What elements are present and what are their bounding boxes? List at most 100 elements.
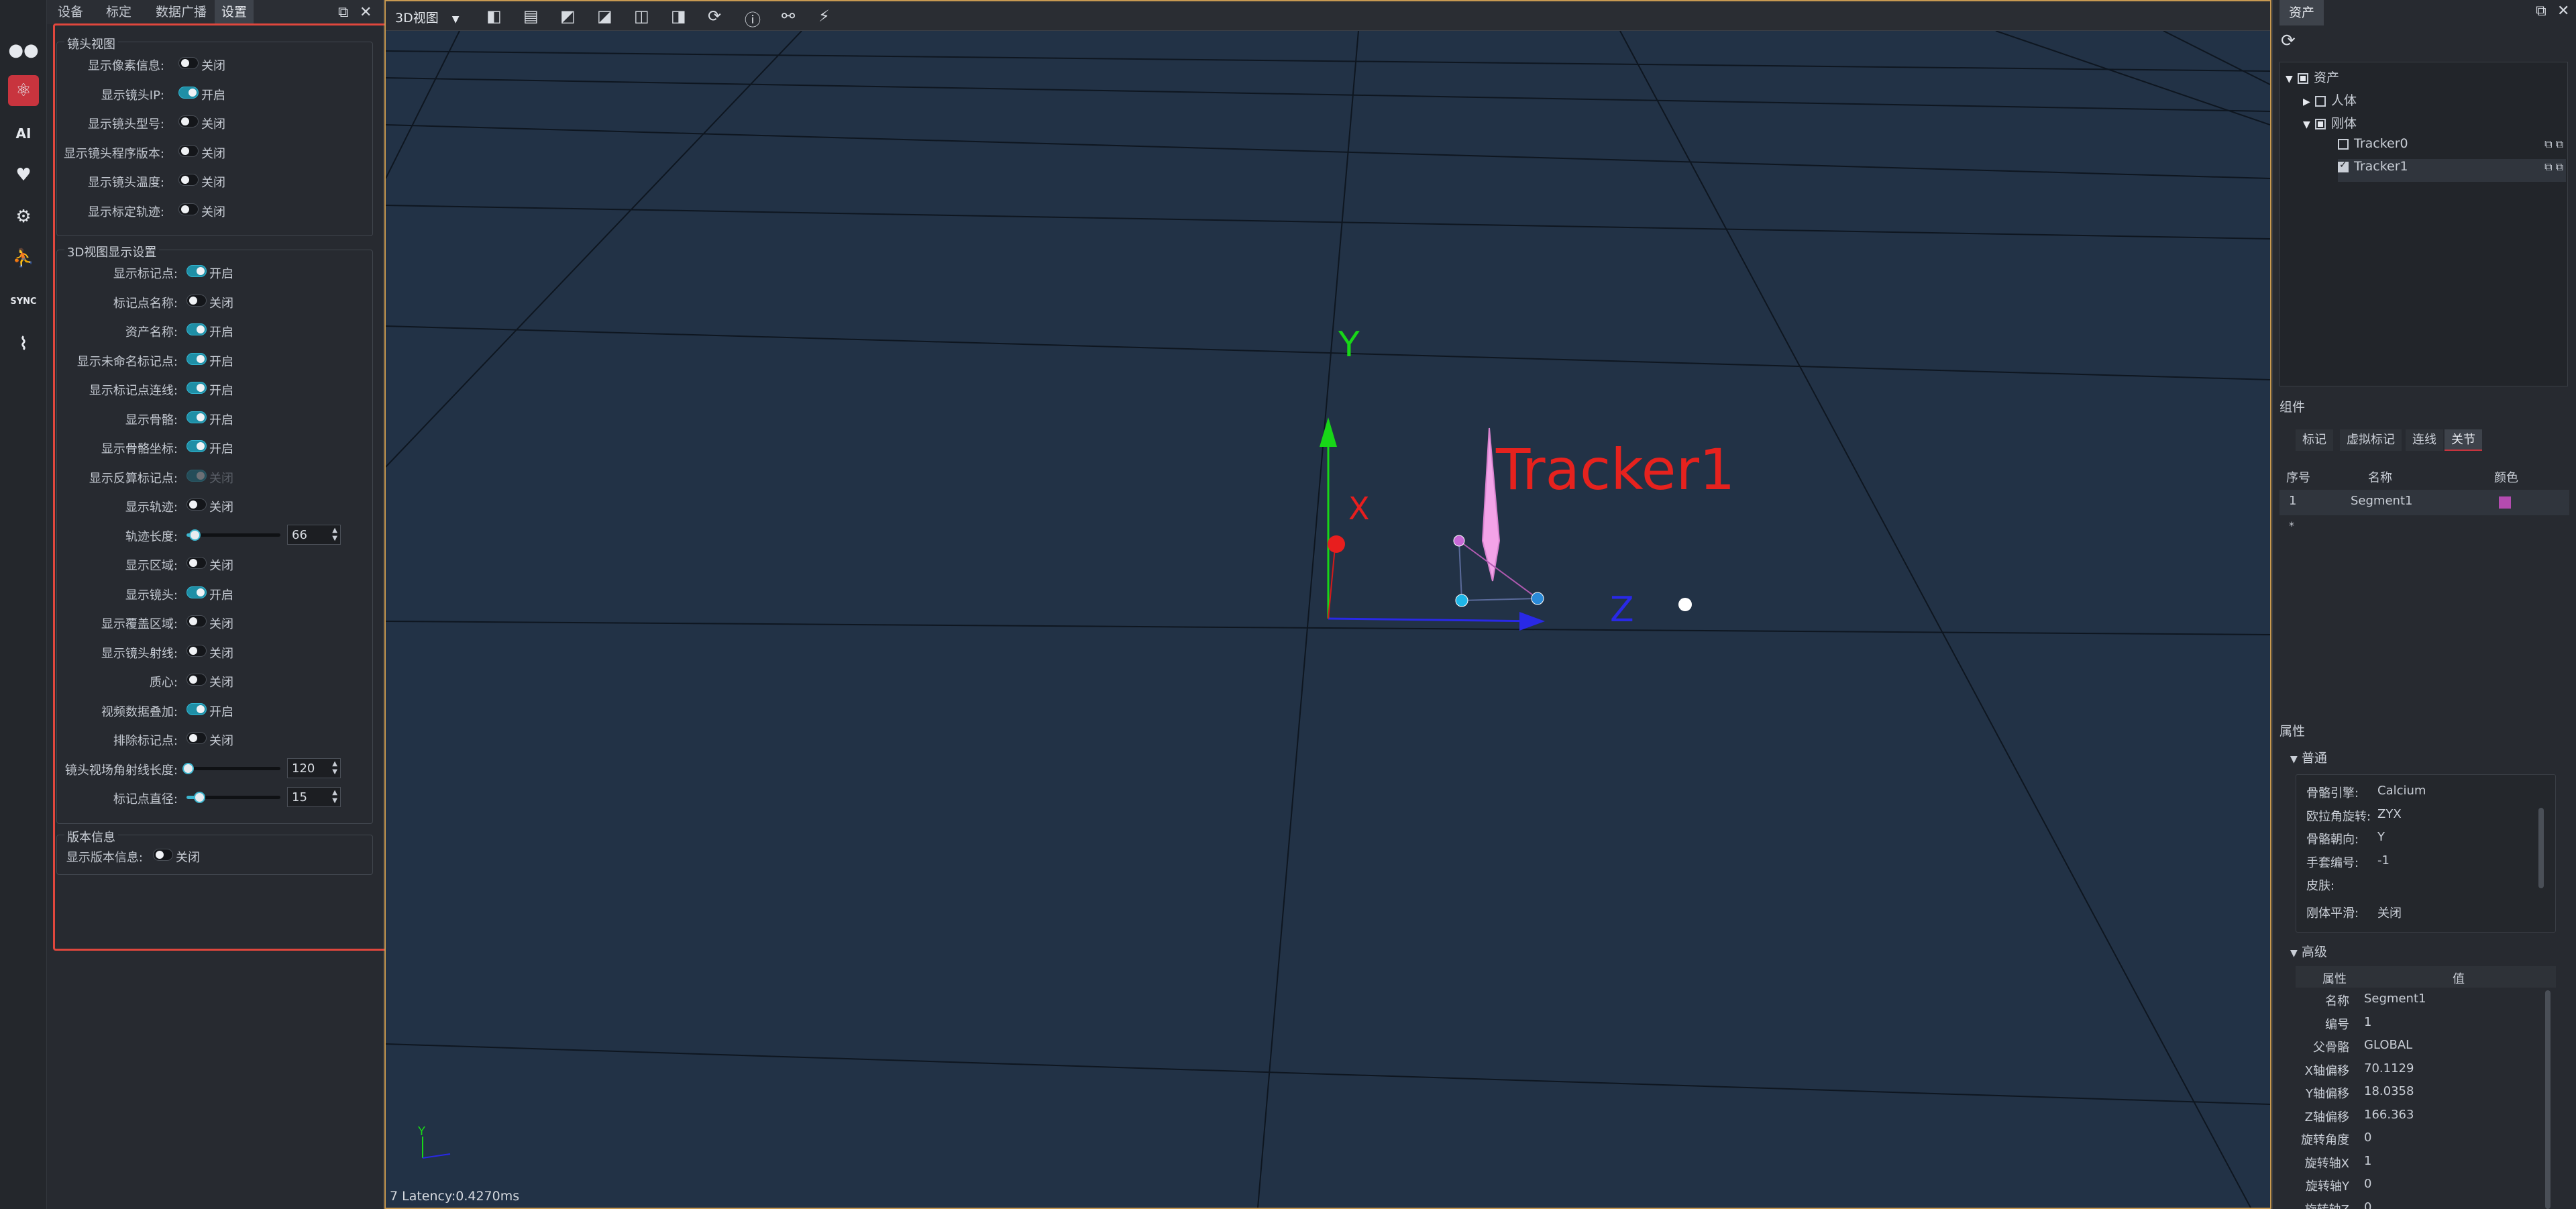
adv-property-value[interactable]: 0: [2364, 1200, 2371, 1209]
spin-up-icon[interactable]: ▲: [332, 527, 337, 534]
gear-icon[interactable]: ⚙: [8, 201, 39, 232]
toggle-switch[interactable]: [186, 644, 207, 657]
camera-icon[interactable]: ●●: [8, 35, 39, 66]
tab-device[interactable]: 设备: [51, 0, 90, 24]
toggle-switch[interactable]: [178, 174, 199, 186]
toggle-switch[interactable]: [186, 674, 207, 686]
tree-checkbox[interactable]: [2338, 160, 2349, 172]
setting-spinbox[interactable]: 120 ▲ ▼: [287, 757, 341, 778]
spin-down-icon[interactable]: ▼: [332, 797, 337, 804]
spin-down-icon[interactable]: ▼: [332, 768, 337, 776]
toggle-switch[interactable]: [186, 411, 207, 423]
spin-up-icon[interactable]: ▲: [332, 789, 337, 796]
adv-property-value[interactable]: Segment1: [2364, 992, 2426, 1006]
toggle-switch[interactable]: [186, 265, 207, 277]
toggle-switch[interactable]: [186, 498, 207, 511]
toggle-switch[interactable]: [153, 849, 173, 861]
view-mode-select[interactable]: 3D视图 ▼: [395, 8, 460, 26]
spin-down-icon[interactable]: ▼: [332, 535, 337, 542]
tree-checkbox[interactable]: [2315, 118, 2326, 129]
tool-icon[interactable]: ⚡: [818, 7, 830, 25]
toggle-switch[interactable]: [186, 586, 207, 598]
viewport-3d[interactable]: 3D视图 ▼ ◧ ▤ ◩ ◪ ◫ ◨ ⟳ ⓘ ⚯ ⚡ Y X Z Tracker…: [384, 0, 2271, 1209]
color-swatch[interactable]: [2499, 496, 2511, 509]
adv-property-value[interactable]: 1: [2364, 1154, 2371, 1168]
front-view-icon[interactable]: ◩: [560, 7, 576, 25]
reset-view-icon[interactable]: ⟳: [708, 7, 721, 25]
toggle-switch[interactable]: [178, 115, 199, 127]
broadcast-icon[interactable]: ⌇: [8, 329, 39, 360]
tree-item-tracker1[interactable]: Tracker1 ⧉ ⧉: [2338, 159, 2566, 182]
toggle-switch[interactable]: [186, 323, 207, 335]
setting-slider[interactable]: [186, 792, 280, 803]
adv-property-value[interactable]: 166.363: [2364, 1108, 2414, 1122]
perspective-view-icon[interactable]: ◧: [486, 7, 502, 25]
new-row-marker[interactable]: *: [2289, 519, 2294, 532]
tab-data-broadcast[interactable]: 数据广播: [149, 0, 213, 24]
scene-canvas[interactable]: Y X Z Tracker1 Y: [386, 31, 2270, 1208]
toggle-switch[interactable]: [186, 352, 207, 365]
copy-icon[interactable]: ⧉ ⧉: [2544, 138, 2563, 151]
tree-item-tracker0[interactable]: Tracker0 ⧉ ⧉: [2338, 136, 2566, 159]
spin-up-icon[interactable]: ▲: [332, 760, 337, 768]
skeleton-icon[interactable]: ⚯: [782, 7, 795, 25]
slider-thumb[interactable]: [194, 792, 205, 803]
toggle-switch[interactable]: [186, 440, 207, 452]
top-view-icon[interactable]: ▤: [523, 7, 539, 25]
toggle-switch[interactable]: [186, 615, 207, 627]
general-section[interactable]: ▼ 普通: [2290, 748, 2327, 766]
subtab-markers[interactable]: 标记: [2296, 429, 2333, 451]
advanced-section[interactable]: ▼ 高级: [2290, 942, 2327, 960]
side-view-icon[interactable]: ◪: [597, 7, 612, 25]
toggle-switch[interactable]: [178, 86, 199, 99]
tree-item-body[interactable]: ▶ 人体: [2303, 91, 2357, 113]
subtab-virtual-markers[interactable]: 虚拟标记: [2340, 429, 2402, 451]
toggle-switch[interactable]: [186, 557, 207, 569]
float-window-icon[interactable]: ⧉: [338, 4, 349, 21]
table-row[interactable]: 1 Segment1: [2279, 490, 2569, 515]
setting-slider[interactable]: [186, 529, 280, 541]
subtab-joints[interactable]: 关节: [2445, 429, 2482, 451]
close-icon[interactable]: ✕: [2557, 3, 2569, 19]
toggle-switch[interactable]: [178, 203, 199, 215]
adv-property-value[interactable]: GLOBAL: [2364, 1038, 2412, 1052]
adv-property-value[interactable]: 1: [2364, 1015, 2371, 1029]
sync-icon[interactable]: SYNC: [8, 286, 39, 317]
back-view-icon[interactable]: ◨: [671, 7, 686, 25]
toggle-switch[interactable]: [186, 702, 207, 715]
heart-icon[interactable]: ♥: [8, 160, 39, 191]
tracking-icon[interactable]: ⚛: [8, 75, 39, 106]
tab-settings[interactable]: 设置: [215, 0, 254, 24]
subtab-links[interactable]: 连线: [2406, 429, 2443, 451]
adv-property-value[interactable]: 0: [2364, 1131, 2371, 1145]
left-view-icon[interactable]: ◫: [634, 7, 649, 25]
slider-thumb[interactable]: [182, 762, 194, 774]
adv-property-value[interactable]: 18.0358: [2364, 1084, 2414, 1098]
tree-checkbox[interactable]: [2338, 138, 2349, 150]
setting-slider[interactable]: [182, 762, 280, 774]
tree-item-rigidbody[interactable]: ▼ 刚体: [2303, 113, 2357, 136]
scrollbar[interactable]: [2538, 808, 2544, 888]
adv-property-value[interactable]: 70.1129: [2364, 1061, 2414, 1075]
body-icon[interactable]: ⛹: [8, 243, 39, 274]
setting-spinbox[interactable]: 15 ▲ ▼: [287, 787, 341, 807]
refresh-icon[interactable]: ⟳: [2281, 31, 2296, 51]
toggle-switch[interactable]: [178, 144, 199, 157]
adv-property-value[interactable]: 0: [2364, 1177, 2371, 1191]
slider-thumb[interactable]: [189, 529, 201, 541]
scrollbar[interactable]: [2545, 990, 2551, 1209]
toggle-switch[interactable]: [186, 382, 207, 394]
toggle-switch[interactable]: [186, 294, 207, 307]
toggle-switch[interactable]: [178, 57, 199, 69]
tree-checkbox[interactable]: [2315, 95, 2326, 107]
close-icon[interactable]: ✕: [360, 4, 372, 21]
ai-icon[interactable]: AI: [8, 118, 39, 149]
tab-assets[interactable]: 资产: [2279, 0, 2324, 25]
tab-calibration[interactable]: 标定: [99, 0, 138, 24]
tree-item-assets[interactable]: ▼ 资产: [2286, 68, 2339, 91]
copy-icon[interactable]: ⧉ ⧉: [2544, 160, 2563, 174]
setting-spinbox[interactable]: 66 ▲ ▼: [287, 524, 341, 545]
toggle-switch[interactable]: [186, 732, 207, 744]
float-window-icon[interactable]: ⧉: [2536, 3, 2546, 19]
tree-checkbox[interactable]: [2298, 72, 2308, 84]
